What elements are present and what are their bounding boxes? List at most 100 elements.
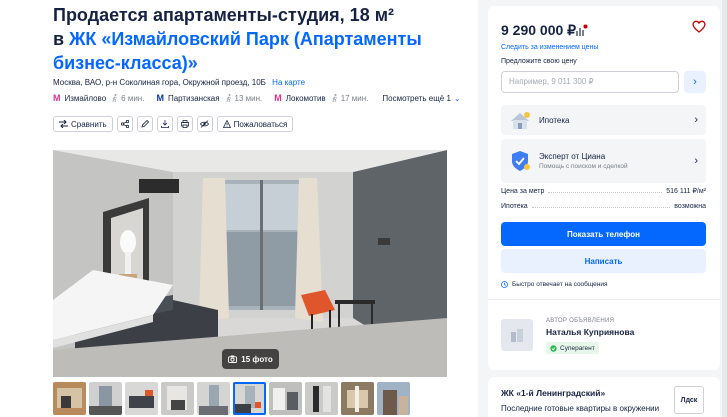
thumbnail-image (269, 382, 302, 415)
download-icon (160, 120, 169, 128)
chevron-down-icon: ⌄ (453, 93, 461, 103)
thumbnail-strip (53, 382, 410, 415)
metro-item[interactable]: M Измайлово 6 мин. (53, 93, 144, 103)
expert-subtitle: Помощь с поиском и сделкой (539, 163, 628, 170)
offer-submit-button[interactable]: › (684, 71, 706, 93)
compare-label: Сравнить (71, 119, 107, 129)
warning-icon (222, 120, 231, 128)
complain-label: Пожаловаться (233, 119, 288, 129)
thumbnail[interactable] (53, 382, 86, 415)
price-per-meter-row: Цена за метр 516 111 ₽/м² (501, 187, 706, 195)
see-more-metro[interactable]: Посмотреть ещё 1 ⌄ (382, 94, 460, 103)
chevron-right-icon: › (694, 155, 698, 167)
write-message-button[interactable]: Написать (501, 249, 706, 273)
compare-button[interactable]: Сравнить (53, 116, 113, 132)
complex-logo: Лдск (674, 386, 704, 414)
expert-text: Эксперт от Циана Помощь с поиском и сдел… (539, 152, 694, 170)
photo-count-label: 15 фото (241, 354, 273, 364)
camera-icon (228, 355, 238, 363)
kv-label: Ипотека (501, 203, 528, 210)
title-line: Продается апартаменты-студия, 18 м² (53, 5, 395, 25)
price-card: 9 290 000 ₽ Следить за изменением цены П… (488, 6, 720, 370)
print-button[interactable] (176, 116, 193, 132)
metro-icon: M (53, 93, 61, 103)
thumbnail[interactable] (305, 382, 338, 415)
thumbnail-image (197, 382, 230, 415)
thumbnail[interactable] (269, 382, 302, 415)
thumbnail[interactable] (377, 382, 410, 415)
expert-row[interactable]: Эксперт от Циана Помощь с поиском и сдел… (501, 139, 706, 183)
fast-reply-text: Быстро отвечает на сообщения (512, 281, 608, 288)
divider (488, 299, 720, 300)
hide-button[interactable] (196, 116, 213, 132)
shield-icon (512, 151, 530, 171)
dotted-leader (531, 207, 671, 208)
check-badge-icon (550, 344, 557, 352)
kv-value: возможна (674, 203, 706, 210)
kv-value: 516 111 ₽/м² (666, 188, 706, 195)
listing-main: Продается апартаменты-студия, 18 м² в ЖК… (0, 0, 478, 417)
metro-name: Измайлово (64, 93, 107, 103)
complex-promo-card[interactable]: ЖК «1-й Ленинградский» Последние готовые… (488, 377, 720, 417)
compare-icon (59, 120, 68, 128)
metro-item[interactable]: M Партизанская 13 мин. (156, 93, 262, 103)
walk-time: 17 мин. (332, 93, 369, 103)
main-photo[interactable] (53, 150, 447, 377)
thumbnail[interactable] (89, 382, 122, 415)
mortgage-label: Ипотека (539, 115, 570, 125)
heart-icon[interactable] (692, 20, 706, 33)
metro-icon: M (274, 93, 282, 103)
thumbnail[interactable] (341, 382, 374, 415)
arrow-right-icon: › (693, 76, 697, 88)
price-history-icon[interactable] (574, 24, 588, 38)
house-icon (511, 112, 530, 129)
expert-title: Эксперт от Циана (539, 152, 606, 161)
printer-icon (180, 120, 189, 128)
address-text: Москва, ВАО, р-н Соколиная гора, Окружно… (53, 78, 266, 87)
thumbnail-image (53, 382, 86, 415)
thumbnail-image (341, 382, 374, 415)
thumbnail-image (305, 382, 338, 415)
thumbnail[interactable] (125, 382, 158, 415)
clock-icon (501, 281, 508, 288)
superagent-label: Суперагент (560, 344, 595, 352)
walk-icon (225, 94, 231, 102)
metro-name: Партизанская (167, 93, 220, 103)
superagent-badge: Суперагент (546, 342, 599, 354)
address: Москва, ВАО, р-н Соколиная гора, Окружно… (53, 78, 305, 87)
metro-name: Локомотив (285, 93, 326, 103)
mortgage-info-row: Ипотека возможна (501, 203, 706, 210)
author-name[interactable]: Наталья Куприянова (546, 327, 634, 337)
complex-title: ЖК «1-й Ленинградский» (501, 388, 606, 398)
photo-count-button[interactable]: 15 фото (222, 349, 279, 369)
share-button[interactable] (116, 116, 133, 132)
see-more-label: Посмотреть ещё 1 (382, 93, 451, 103)
thumbnail[interactable] (197, 382, 230, 415)
edit-button[interactable] (136, 116, 153, 132)
download-button[interactable] (156, 116, 173, 132)
metro-item[interactable]: M Локомотив 17 мин. (274, 93, 368, 103)
map-link[interactable]: На карте (272, 78, 305, 87)
complex-subtitle: Последние готовые квартиры в окружении (501, 404, 660, 413)
walk-text: 17 мин. (340, 93, 369, 103)
show-phone-button[interactable]: Показать телефон (501, 222, 706, 246)
metro-list: M Измайлово 6 мин. M Партизанская 13 мин… (53, 93, 461, 103)
complain-button[interactable]: Пожаловаться (216, 116, 294, 132)
thumbnail[interactable] (161, 382, 194, 415)
follow-price-link[interactable]: Следить за изменением цены (501, 44, 598, 51)
walk-icon (332, 94, 337, 102)
mortgage-row[interactable]: Ипотека › (501, 105, 706, 135)
thumbnail-active[interactable] (233, 382, 266, 415)
agent-avatar[interactable] (501, 319, 533, 351)
walk-time: 13 мин. (225, 94, 262, 103)
offer-price-input[interactable]: Например, 9 011 300 ₽ (501, 71, 679, 93)
walk-icon (112, 94, 118, 102)
scrollbar[interactable] (722, 0, 727, 417)
fast-reply: Быстро отвечает на сообщения (501, 281, 608, 288)
action-bar: Сравнить Пожаловаться (53, 116, 294, 132)
walk-time: 6 мин. (112, 94, 144, 103)
complex-link[interactable]: ЖК «Измайловский Парк (Апартаменты бизне… (53, 29, 422, 73)
chevron-right-icon: › (694, 114, 698, 126)
eye-off-icon (200, 120, 210, 128)
page-title: Продается апартаменты-студия, 18 м² в ЖК… (53, 3, 463, 75)
